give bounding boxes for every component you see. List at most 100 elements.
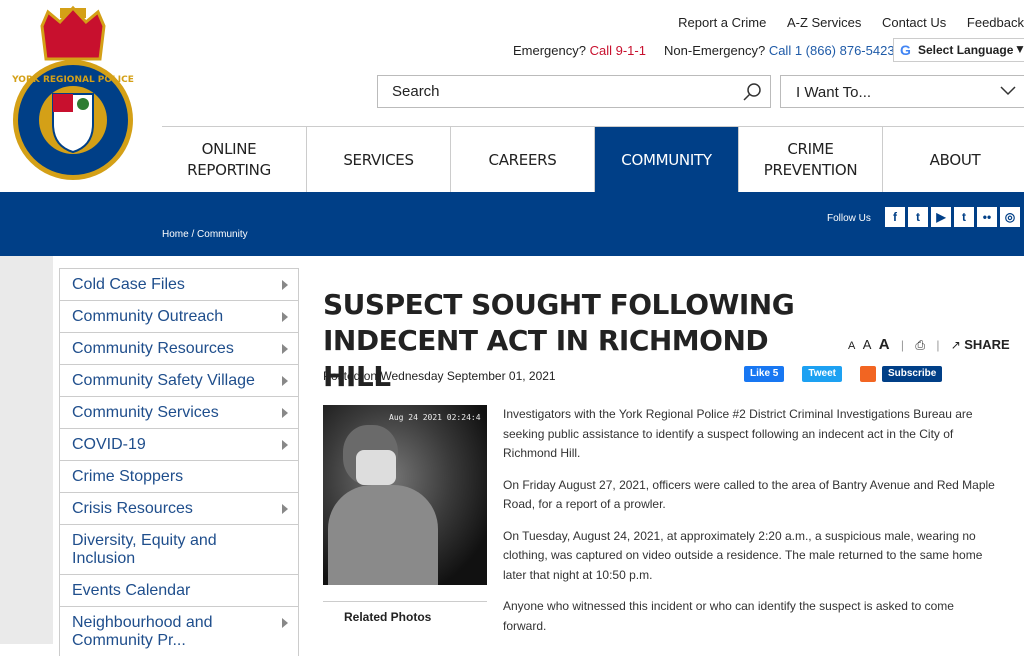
- tumblr-icon[interactable]: t: [954, 207, 974, 227]
- rss-icon[interactable]: [859, 366, 876, 382]
- contact-us-link[interactable]: Contact Us: [882, 15, 946, 30]
- suspect-photo[interactable]: Aug 24 2021 02:24:4: [323, 405, 487, 585]
- caret-right-icon: [282, 312, 288, 322]
- sidebar-item-neighbourhood-community[interactable]: Neighbourhood and Community Pr...: [59, 606, 299, 656]
- text-size-medium-button[interactable]: A: [863, 337, 872, 352]
- breadcrumb-bar: Home / Community Follow Us f t ▶ t •• ◎: [0, 192, 1024, 256]
- instagram-icon[interactable]: ◎: [1000, 207, 1020, 227]
- i-want-to-dropdown[interactable]: I Want To...: [780, 75, 1024, 108]
- emergency-label: Emergency?: [513, 43, 586, 58]
- related-photos-heading: Related Photos: [344, 610, 432, 624]
- facebook-icon[interactable]: f: [885, 207, 905, 227]
- i-want-to-label: I Want To...: [796, 84, 872, 101]
- main-nav: ONLINE REPORTING SERVICES CAREERS COMMUN…: [162, 126, 1024, 193]
- sidebar-item-label: COVID-19: [72, 436, 146, 453]
- caret-right-icon: [282, 618, 288, 628]
- sidebar-item-crime-stoppers[interactable]: Crime Stoppers: [59, 460, 299, 492]
- caret-right-icon: [282, 408, 288, 418]
- sidebar-item-crisis-resources[interactable]: Crisis Resources: [59, 492, 299, 524]
- search-icon[interactable]: [742, 82, 762, 102]
- divider: [323, 601, 487, 602]
- photo-timestamp: Aug 24 2021 02:24:4: [389, 413, 481, 422]
- search-input[interactable]: [378, 76, 718, 107]
- nonemergency-number-link[interactable]: Call 1 (866) 876-5423: [769, 43, 895, 58]
- divider: |: [900, 338, 905, 352]
- article-paragraph: Anyone who witnessed this incident or wh…: [503, 599, 954, 633]
- logo-text: YORK REGIONAL POLICE: [11, 75, 134, 85]
- article-paragraph: On Tuesday, August 24, 2021, at approxim…: [503, 528, 983, 582]
- dropdown-arrow-icon: ▼: [1014, 42, 1024, 56]
- sidebar-item-label: Crisis Resources: [72, 500, 193, 517]
- article-paragraph: Investigators with the York Regional Pol…: [503, 407, 973, 460]
- nav-crime-prevention[interactable]: CRIME PREVENTION: [739, 127, 883, 193]
- york-regional-police-logo[interactable]: YORK REGIONAL POLICE: [8, 4, 138, 184]
- social-links: f t ▶ t •• ◎: [885, 207, 1023, 227]
- social-share-buttons: Like 5 Tweet Subscribe: [744, 366, 943, 382]
- text-size-large-button[interactable]: A: [879, 336, 890, 353]
- flickr-icon[interactable]: ••: [977, 207, 997, 227]
- chevron-down-icon: [1000, 86, 1016, 96]
- caret-right-icon: [282, 376, 288, 386]
- facebook-like-button[interactable]: Like 5: [744, 366, 785, 382]
- nav-community[interactable]: COMMUNITY: [595, 127, 739, 193]
- sidebar-item-events-calendar[interactable]: Events Calendar: [59, 574, 299, 606]
- google-icon: G: [900, 42, 911, 58]
- follow-us-label: Follow Us: [827, 213, 871, 224]
- share-button[interactable]: SHARE: [964, 337, 1010, 352]
- sidebar-nav: Cold Case Files Community Outreach Commu…: [59, 268, 299, 656]
- breadcrumb-community[interactable]: Community: [197, 229, 248, 240]
- site-header: YORK REGIONAL POLICE Report a Crime A-Z …: [0, 0, 1024, 193]
- share-icon: ↗: [950, 338, 961, 352]
- article-body: Investigators with the York Regional Pol…: [503, 405, 998, 648]
- nav-about[interactable]: ABOUT: [883, 127, 1024, 193]
- print-icon[interactable]: ⎙: [915, 338, 925, 352]
- sidebar-item-community-safety-village[interactable]: Community Safety Village: [59, 364, 299, 396]
- sidebar-item-diversity-equity-inclusion[interactable]: Diversity, Equity and Inclusion: [59, 524, 299, 574]
- photo-body: [328, 485, 438, 585]
- caret-right-icon: [282, 280, 288, 290]
- nav-online-reporting[interactable]: ONLINE REPORTING: [162, 127, 307, 193]
- article-paragraph: On Friday August 27, 2021, officers were…: [503, 477, 995, 512]
- language-select[interactable]: G Select Language ▼: [893, 38, 1024, 62]
- sidebar-item-covid-19[interactable]: COVID-19: [59, 428, 299, 460]
- sidebar-item-label: Diversity, Equity and Inclusion: [72, 532, 217, 567]
- sidebar-item-community-outreach[interactable]: Community Outreach: [59, 300, 299, 332]
- a-z-services-link[interactable]: A-Z Services: [787, 15, 861, 30]
- nonemergency-label: Non-Emergency?: [664, 43, 766, 58]
- utility-links: Report a Crime A-Z Services Contact Us F…: [661, 15, 1024, 30]
- sidebar-item-label: Crime Stoppers: [72, 468, 184, 485]
- sidebar-item-community-services[interactable]: Community Services: [59, 396, 299, 428]
- sidebar-item-label: Community Safety Village: [72, 372, 255, 389]
- youtube-icon[interactable]: ▶: [931, 207, 951, 227]
- nav-services[interactable]: SERVICES: [307, 127, 451, 193]
- breadcrumb-home[interactable]: Home: [162, 229, 189, 240]
- sidebar-item-community-resources[interactable]: Community Resources: [59, 332, 299, 364]
- photo-mask: [356, 450, 396, 485]
- text-size-small-button[interactable]: A: [848, 340, 855, 352]
- caret-right-icon: [282, 504, 288, 514]
- caret-right-icon: [282, 344, 288, 354]
- report-crime-link[interactable]: Report a Crime: [678, 15, 766, 30]
- main-content: Cold Case Files Community Outreach Commu…: [53, 256, 1024, 656]
- sidebar-item-label: Community Services: [72, 404, 219, 421]
- search-box: [377, 75, 771, 108]
- sidebar-item-label: Cold Case Files: [72, 276, 185, 293]
- breadcrumb: Home / Community: [162, 229, 248, 240]
- divider: |: [936, 338, 940, 352]
- article-tools: A A A | ⎙ | ↗ SHARE: [848, 336, 1010, 353]
- tweet-button[interactable]: Tweet: [802, 366, 842, 382]
- breadcrumb-separator: /: [191, 229, 195, 240]
- nav-careers[interactable]: CAREERS: [451, 127, 595, 193]
- language-label: Select Language: [918, 43, 1014, 57]
- posted-date: Posted on Wednesday September 01, 2021: [323, 369, 556, 383]
- feedback-link[interactable]: Feedback: [967, 15, 1024, 30]
- sidebar-item-cold-case-files[interactable]: Cold Case Files: [59, 268, 299, 300]
- emergency-number-link[interactable]: Call 9-1-1: [590, 43, 646, 58]
- emergency-info: Emergency? Call 9-1-1 Non-Emergency? Cal…: [513, 43, 895, 58]
- sidebar-item-label: Community Outreach: [72, 308, 224, 325]
- twitter-icon[interactable]: t: [908, 207, 928, 227]
- subscribe-button[interactable]: Subscribe: [881, 366, 943, 382]
- sidebar-item-label: Events Calendar: [72, 582, 191, 599]
- caret-right-icon: [282, 440, 288, 450]
- sidebar-item-label: Community Resources: [72, 340, 234, 357]
